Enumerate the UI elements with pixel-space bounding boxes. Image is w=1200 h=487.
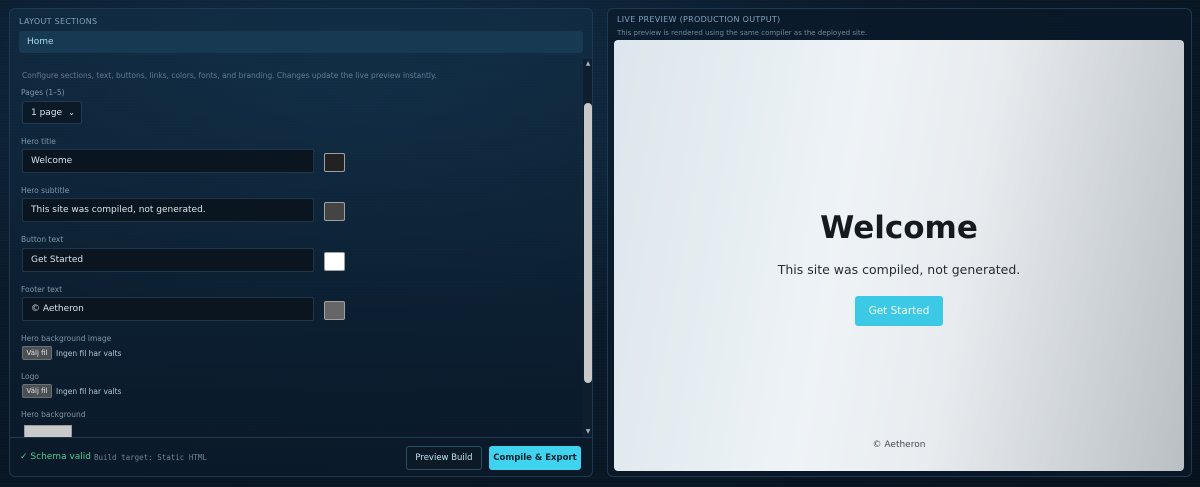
scroll-up-icon[interactable]: ▲ <box>583 59 592 69</box>
pages-select[interactable]: 1 page ⌄ <box>22 101 82 124</box>
preview-footer: © Aetheron <box>872 440 926 450</box>
build-target: Build target: Static HTML <box>94 453 207 462</box>
editor-footer: ✓ Schema valid Build target: Static HTML… <box>10 437 592 476</box>
hero-title-color-swatch[interactable] <box>324 153 345 172</box>
logo-label: Logo <box>21 372 39 381</box>
hero-bg-image-file-button[interactable]: Välj fil <box>22 346 52 360</box>
layout-sections-panel: LAYOUT SECTIONS Home Configure sections,… <box>9 8 593 477</box>
live-preview-panel: LIVE PREVIEW (PRODUCTION OUTPUT) This pr… <box>607 8 1192 477</box>
scrollbar-thumb[interactable] <box>584 103 592 383</box>
hero-subtitle-input[interactable]: This site was compiled, not generated. <box>22 198 314 222</box>
preview-hero-subtitle: This site was compiled, not generated. <box>777 262 1021 277</box>
footer-text-input[interactable]: © Aetheron <box>22 297 314 321</box>
pages-select-value: 1 page <box>31 108 63 118</box>
logo-file-status: Ingen fil har valts <box>56 387 122 396</box>
logo-file-button[interactable]: Välj fil <box>22 384 52 398</box>
hero-bg-image-file-status: Ingen fil har valts <box>56 349 122 358</box>
schema-status: ✓ Schema valid <box>20 452 92 462</box>
layout-sections-title: LAYOUT SECTIONS <box>19 17 98 26</box>
footer-text-color-swatch[interactable] <box>324 301 345 320</box>
button-text-input[interactable]: Get Started <box>22 248 314 272</box>
hero-subtitle-label: Hero subtitle <box>21 186 70 195</box>
button-text-color-swatch[interactable] <box>324 252 345 271</box>
preview-hero-title: Welcome <box>820 210 978 246</box>
editor-hint: Configure sections, text, buttons, links… <box>22 71 437 80</box>
sections-editor: Configure sections, text, buttons, links… <box>10 59 592 437</box>
preview-canvas: Welcome This site was compiled, not gene… <box>614 40 1184 471</box>
hero-title-label: Hero title <box>21 137 56 146</box>
preview-cta-button[interactable]: Get Started <box>855 296 943 326</box>
pages-label: Pages (1–5) <box>21 88 65 97</box>
compile-export-button[interactable]: Compile & Export <box>489 446 581 470</box>
live-preview-title: LIVE PREVIEW (PRODUCTION OUTPUT) <box>617 15 781 24</box>
preview-build-button[interactable]: Preview Build <box>406 446 482 470</box>
editor-scrollbar[interactable]: ▲ ▼ <box>583 59 592 437</box>
hero-subtitle-color-swatch[interactable] <box>324 202 345 221</box>
tab-home[interactable]: Home <box>19 31 583 53</box>
chevron-down-icon: ⌄ <box>68 108 75 117</box>
hero-title-input[interactable]: Welcome <box>22 149 314 173</box>
scroll-down-icon[interactable]: ▼ <box>583 427 592 437</box>
button-text-label: Button text <box>21 235 64 244</box>
hero-bg-image-label: Hero background image <box>21 334 112 343</box>
live-preview-subtitle: This preview is rendered using the same … <box>617 29 868 37</box>
hero-background-color-swatch[interactable] <box>24 425 72 437</box>
hero-background-label: Hero background <box>21 410 86 419</box>
footer-text-label: Footer text <box>21 285 63 294</box>
